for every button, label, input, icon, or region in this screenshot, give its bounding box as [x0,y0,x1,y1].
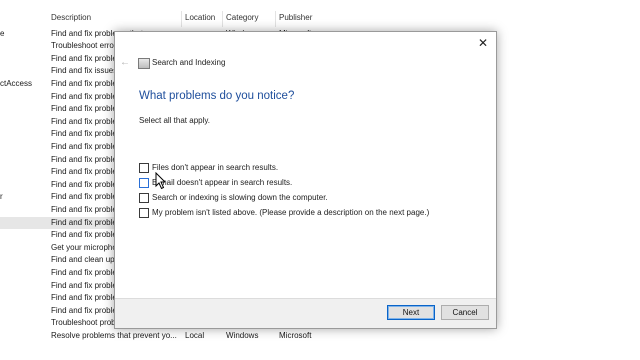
row-publisher: Microsoft [279,330,312,340]
next-button[interactable]: Next [387,305,435,320]
row-left-label: r [0,192,3,202]
checkbox[interactable] [139,177,149,188]
troubleshooter-icon [138,58,150,69]
back-arrow-icon[interactable]: ← [119,57,131,69]
table-row[interactable]: Resolve problems that prevent yo... Local… [0,330,330,343]
column-header-location[interactable]: Location [185,13,215,25]
row-left-label: ctAccess [0,78,33,88]
column-divider [222,11,223,27]
option-label: Search or indexing is slowing down the c… [152,193,328,202]
option-label: Files don't appear in search results. [152,163,279,172]
option-slowing-computer[interactable]: Search or indexing is slowing down the c… [139,192,328,203]
row-left-label: e [0,28,5,38]
row-description: Resolve problems that prevent yo... [51,330,177,340]
column-header-category[interactable]: Category [226,13,258,25]
option-label: My problem isn't listed above. (Please p… [152,208,430,217]
option-problem-not-listed[interactable]: My problem isn't listed above. (Please p… [139,207,429,218]
mouse-cursor-icon [155,172,165,190]
dialog-heading: What problems do you notice? [139,90,295,102]
column-header-description[interactable]: Description [51,13,91,25]
checkbox[interactable] [139,162,149,173]
dialog-title: Search and Indexing [152,58,226,67]
row-category: Windows [226,330,259,340]
column-header-publisher[interactable]: Publisher [279,13,312,25]
checkbox[interactable] [139,192,149,203]
option-label: E-mail doesn't appear in search results. [152,178,293,187]
row-location: Local [185,330,205,340]
checkbox[interactable] [139,207,149,218]
instruction-text: Select all that apply. [139,116,211,125]
cancel-button[interactable]: Cancel [441,305,489,320]
column-divider [275,11,276,27]
close-icon[interactable]: ✕ [476,36,490,50]
search-indexing-dialog: ✕ ← Search and Indexing What problems do… [114,31,497,329]
dialog-footer: Next Cancel [115,298,496,328]
column-divider [181,11,182,27]
